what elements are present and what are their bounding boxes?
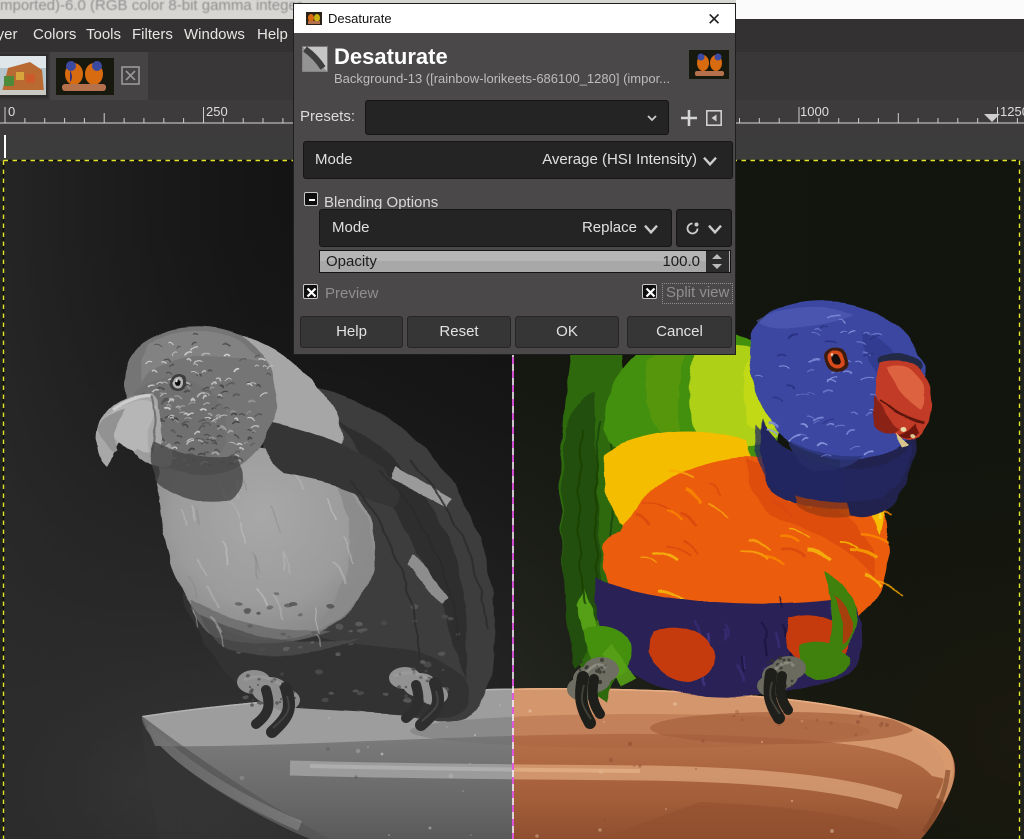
svg-text:1000: 1000 [800,104,829,119]
svg-text:250: 250 [206,104,228,119]
svg-text:1250: 1250 [1000,104,1024,119]
svg-text:0: 0 [8,104,15,119]
